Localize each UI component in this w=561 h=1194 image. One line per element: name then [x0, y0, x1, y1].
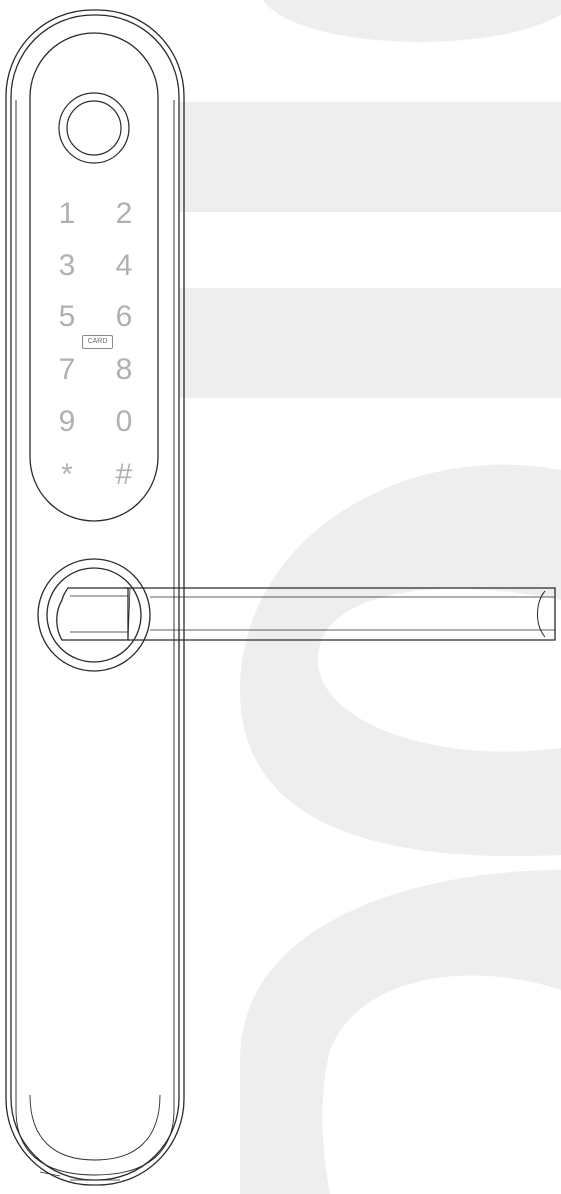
- key-hash[interactable]: #: [104, 460, 144, 490]
- smart-lock-illustration: 1 2 3 4 5 6 7 8 9 0 * # CARD: [0, 0, 561, 1194]
- card-reader-icon: CARD: [82, 335, 113, 349]
- lock-body: [5, 9, 185, 1186]
- key-star[interactable]: *: [47, 460, 87, 490]
- key-8[interactable]: 8: [104, 355, 144, 385]
- key-7[interactable]: 7: [47, 355, 87, 385]
- key-6[interactable]: 6: [104, 302, 144, 332]
- key-4[interactable]: 4: [104, 251, 144, 281]
- fingerprint-sensor-icon[interactable]: [58, 92, 130, 164]
- key-0[interactable]: 0: [104, 407, 144, 437]
- key-5[interactable]: 5: [47, 302, 87, 332]
- key-3[interactable]: 3: [47, 251, 87, 281]
- key-2[interactable]: 2: [104, 199, 144, 229]
- key-1[interactable]: 1: [47, 199, 87, 229]
- key-9[interactable]: 9: [47, 407, 87, 437]
- handle-rosette: [37, 558, 151, 672]
- lock-drawing: [5, 0, 561, 1194]
